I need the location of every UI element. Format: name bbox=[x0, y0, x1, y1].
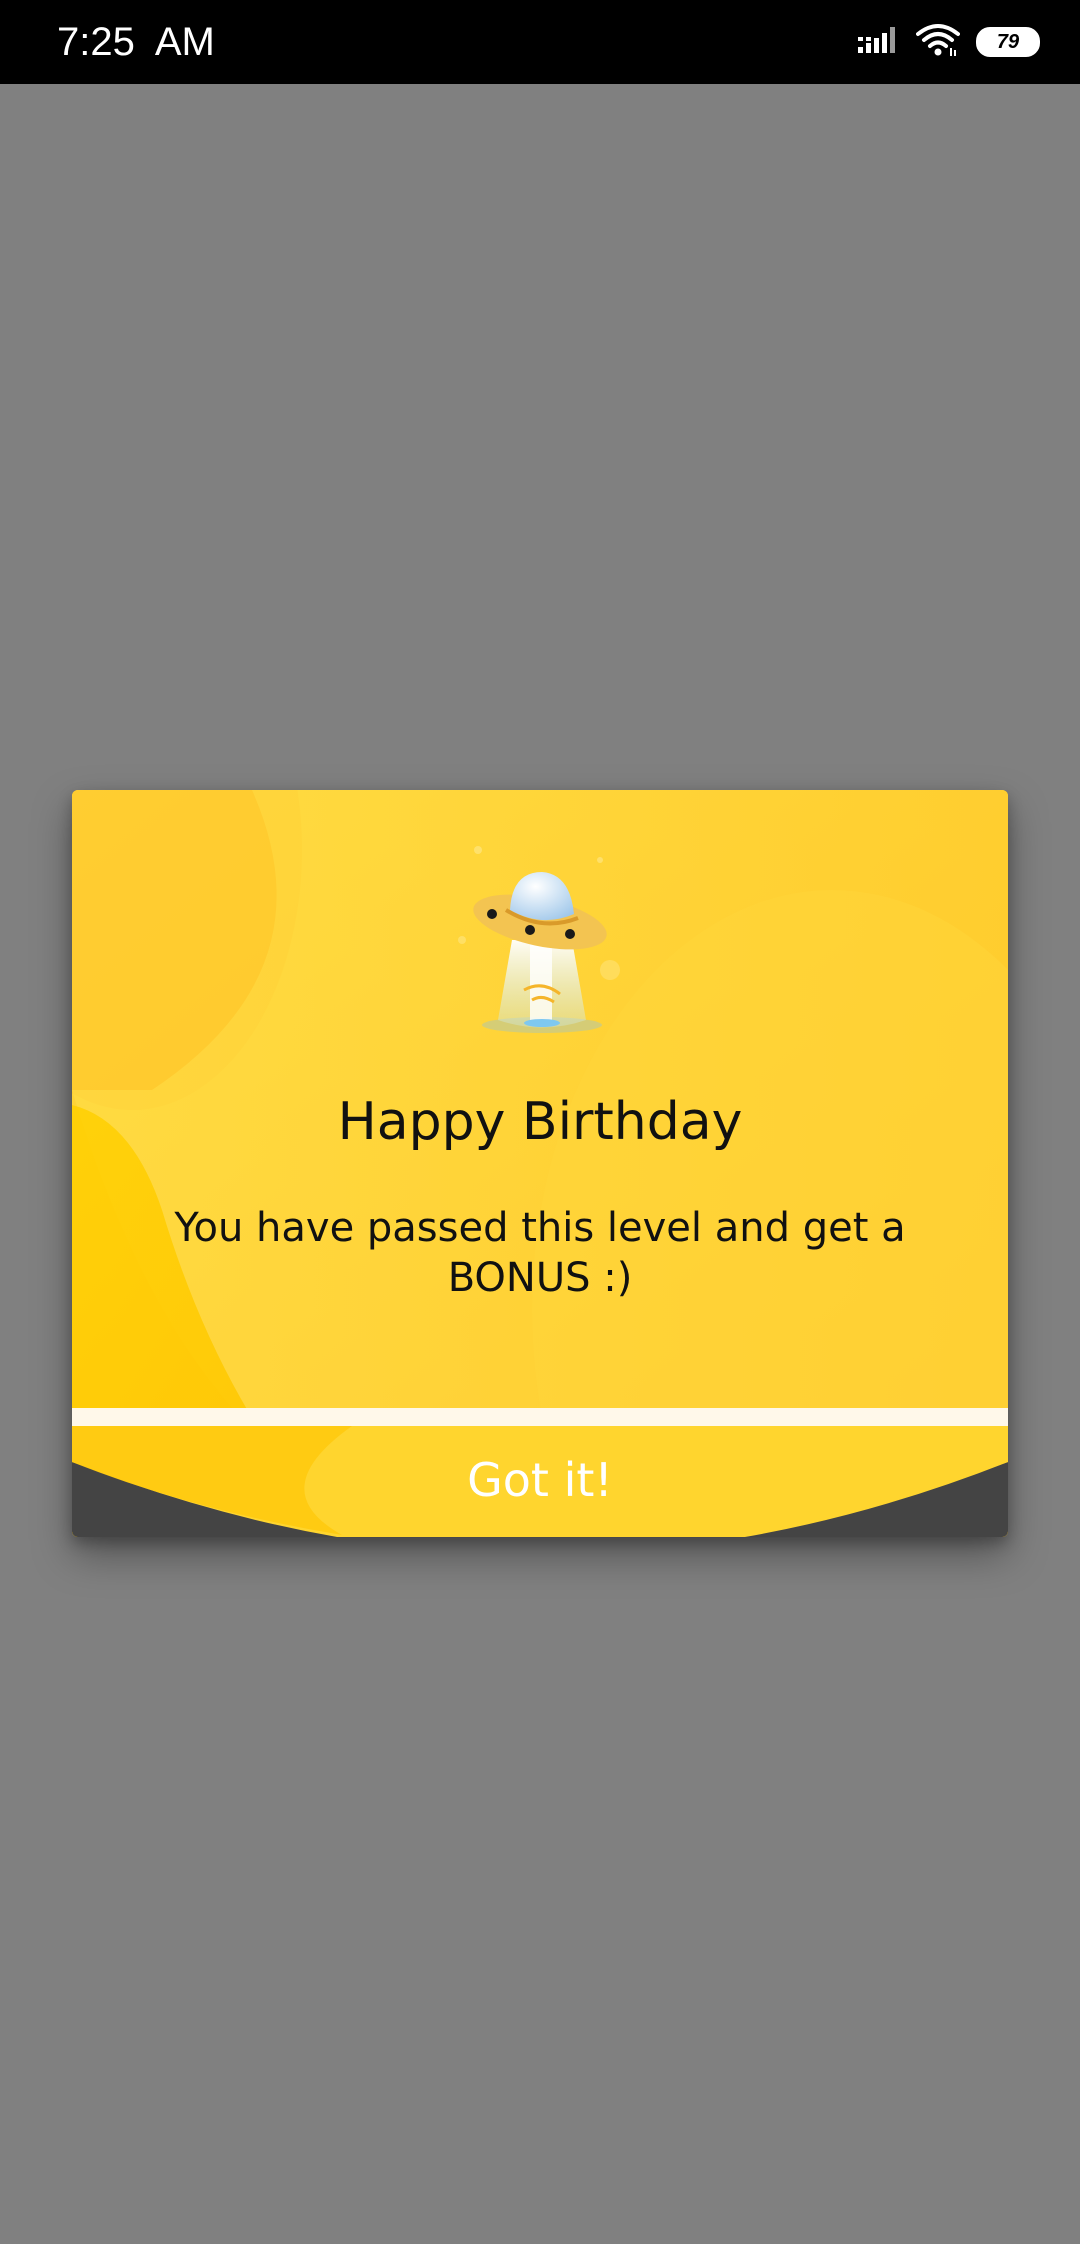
screen: 7:25 AM 79 Happy Birthday You have passe… bbox=[0, 0, 1080, 2244]
divider bbox=[72, 1408, 1008, 1426]
battery-level: 79 bbox=[996, 31, 1020, 53]
ufo-icon bbox=[458, 846, 620, 1033]
battery-icon: 79 bbox=[976, 27, 1040, 57]
bonus-dialog: Happy Birthday You have passed this leve… bbox=[72, 790, 1008, 1537]
status-time: 7:25 AM bbox=[57, 20, 215, 64]
got-it-button[interactable]: Got it! bbox=[390, 1445, 690, 1515]
status-icons: 79 bbox=[858, 22, 1040, 62]
dialog-message: You have passed this level and get a BON… bbox=[174, 1205, 906, 1301]
status-bar: 7:25 AM 79 bbox=[0, 0, 1080, 84]
signal-icon bbox=[858, 23, 900, 61]
dialog-title: Happy Birthday bbox=[337, 1092, 743, 1152]
wifi-icon bbox=[916, 22, 960, 62]
